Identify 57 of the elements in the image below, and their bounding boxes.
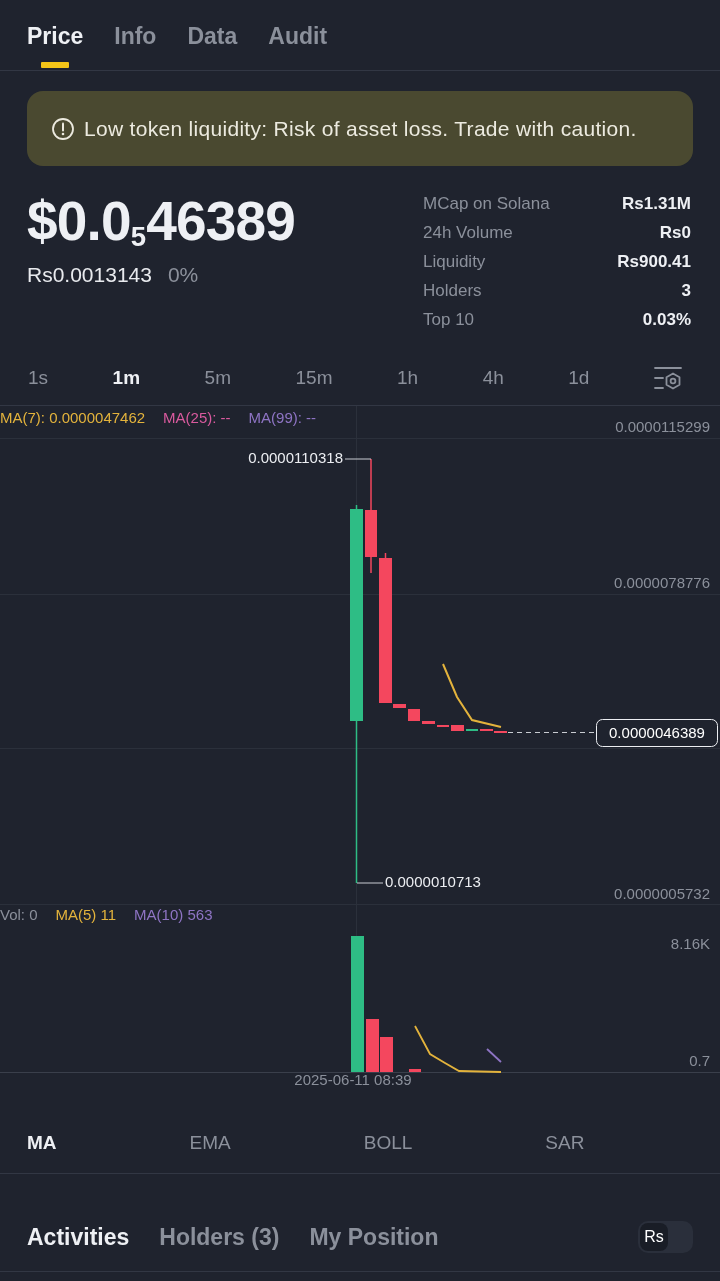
fiat-price: Rs0.0013143 [27, 263, 152, 287]
timeframe-tab[interactable]: 15m [295, 366, 333, 389]
leader-line [356, 882, 384, 884]
axis-label: 0.0000115299 [615, 418, 710, 435]
settings-icon[interactable] [653, 365, 682, 390]
last-price-tag: 0.0000046389 [596, 719, 718, 747]
tab[interactable]: My Position [309, 1223, 439, 1251]
indicator-tab[interactable]: MA [27, 1132, 57, 1154]
time-label: 2025-06-11 08:39 [294, 1071, 412, 1088]
volume-legend: MA(5) 11 [55, 906, 117, 924]
indicator-legend: MA(7): 0.0000047462 [0, 409, 146, 427]
volume-bar [409, 1069, 421, 1072]
stat-value: Rs900.41 [617, 251, 691, 273]
warning-icon [52, 117, 74, 140]
currency-toggle[interactable]: Rs [638, 1221, 693, 1253]
timeframe-tab[interactable]: 4h [482, 366, 504, 389]
volume-legend: Vol: 0 [0, 906, 38, 924]
indicator-tab[interactable]: EMA [189, 1132, 231, 1154]
stat-value: 0.03% [642, 309, 691, 331]
indicator-tab[interactable]: BOLL [363, 1132, 413, 1154]
tab[interactable]: Audit [268, 0, 328, 70]
stat-label: MCap on Solana [423, 193, 550, 215]
stat-label: 24h Volume [423, 222, 513, 244]
stat-label: Holders [423, 280, 482, 302]
indicator-legend: MA(25): -- [163, 409, 231, 427]
stat-value: Rs1.31M [622, 193, 691, 215]
indicator-tab[interactable]: SAR [545, 1132, 585, 1154]
stat-label: Liquidity [423, 251, 486, 273]
price-change: 0% [167, 263, 199, 287]
axis-label: 0.7 [689, 1052, 710, 1069]
timeframe-tab[interactable]: 1d [568, 366, 590, 389]
tab[interactable]: Activities [27, 1223, 130, 1251]
low-price-label: 0.0000010713 [385, 873, 481, 890]
indicator-legend: MA(99): -- [248, 409, 317, 427]
warning-text: Low token liquidity: Risk of asset loss. Trade with caution. [84, 116, 637, 141]
tab[interactable]: Info [114, 0, 157, 70]
tab[interactable]: Holders (3) [159, 1223, 280, 1251]
axis-label: 0.0000005732 [614, 885, 710, 902]
candle [408, 709, 420, 721]
axis-label: 8.16K [670, 935, 710, 952]
leader-line [344, 458, 372, 460]
stat-label: Top 10 [423, 309, 475, 331]
timeframe-tab[interactable]: 1h [397, 366, 419, 389]
stat-value: Rs0 [659, 222, 691, 244]
token-price: $0.0$_{5}$46389 [27, 194, 296, 248]
high-price-label: 0.0000110318 [248, 449, 343, 466]
volume-legend: MA(10) 563 [134, 906, 213, 924]
moving-average-line [442, 663, 502, 728]
tab[interactable]: Data [187, 0, 238, 70]
tab[interactable]: Price [27, 0, 84, 70]
stat-value: 3 [681, 280, 691, 302]
candle [451, 725, 464, 731]
timeframe-tab[interactable]: 1s [28, 366, 49, 389]
timeframe-tab[interactable]: 5m [204, 366, 231, 389]
timeframe-tab[interactable]: 1m [112, 366, 141, 389]
candle [422, 721, 435, 724]
axis-label: 0.0000078776 [614, 574, 710, 591]
